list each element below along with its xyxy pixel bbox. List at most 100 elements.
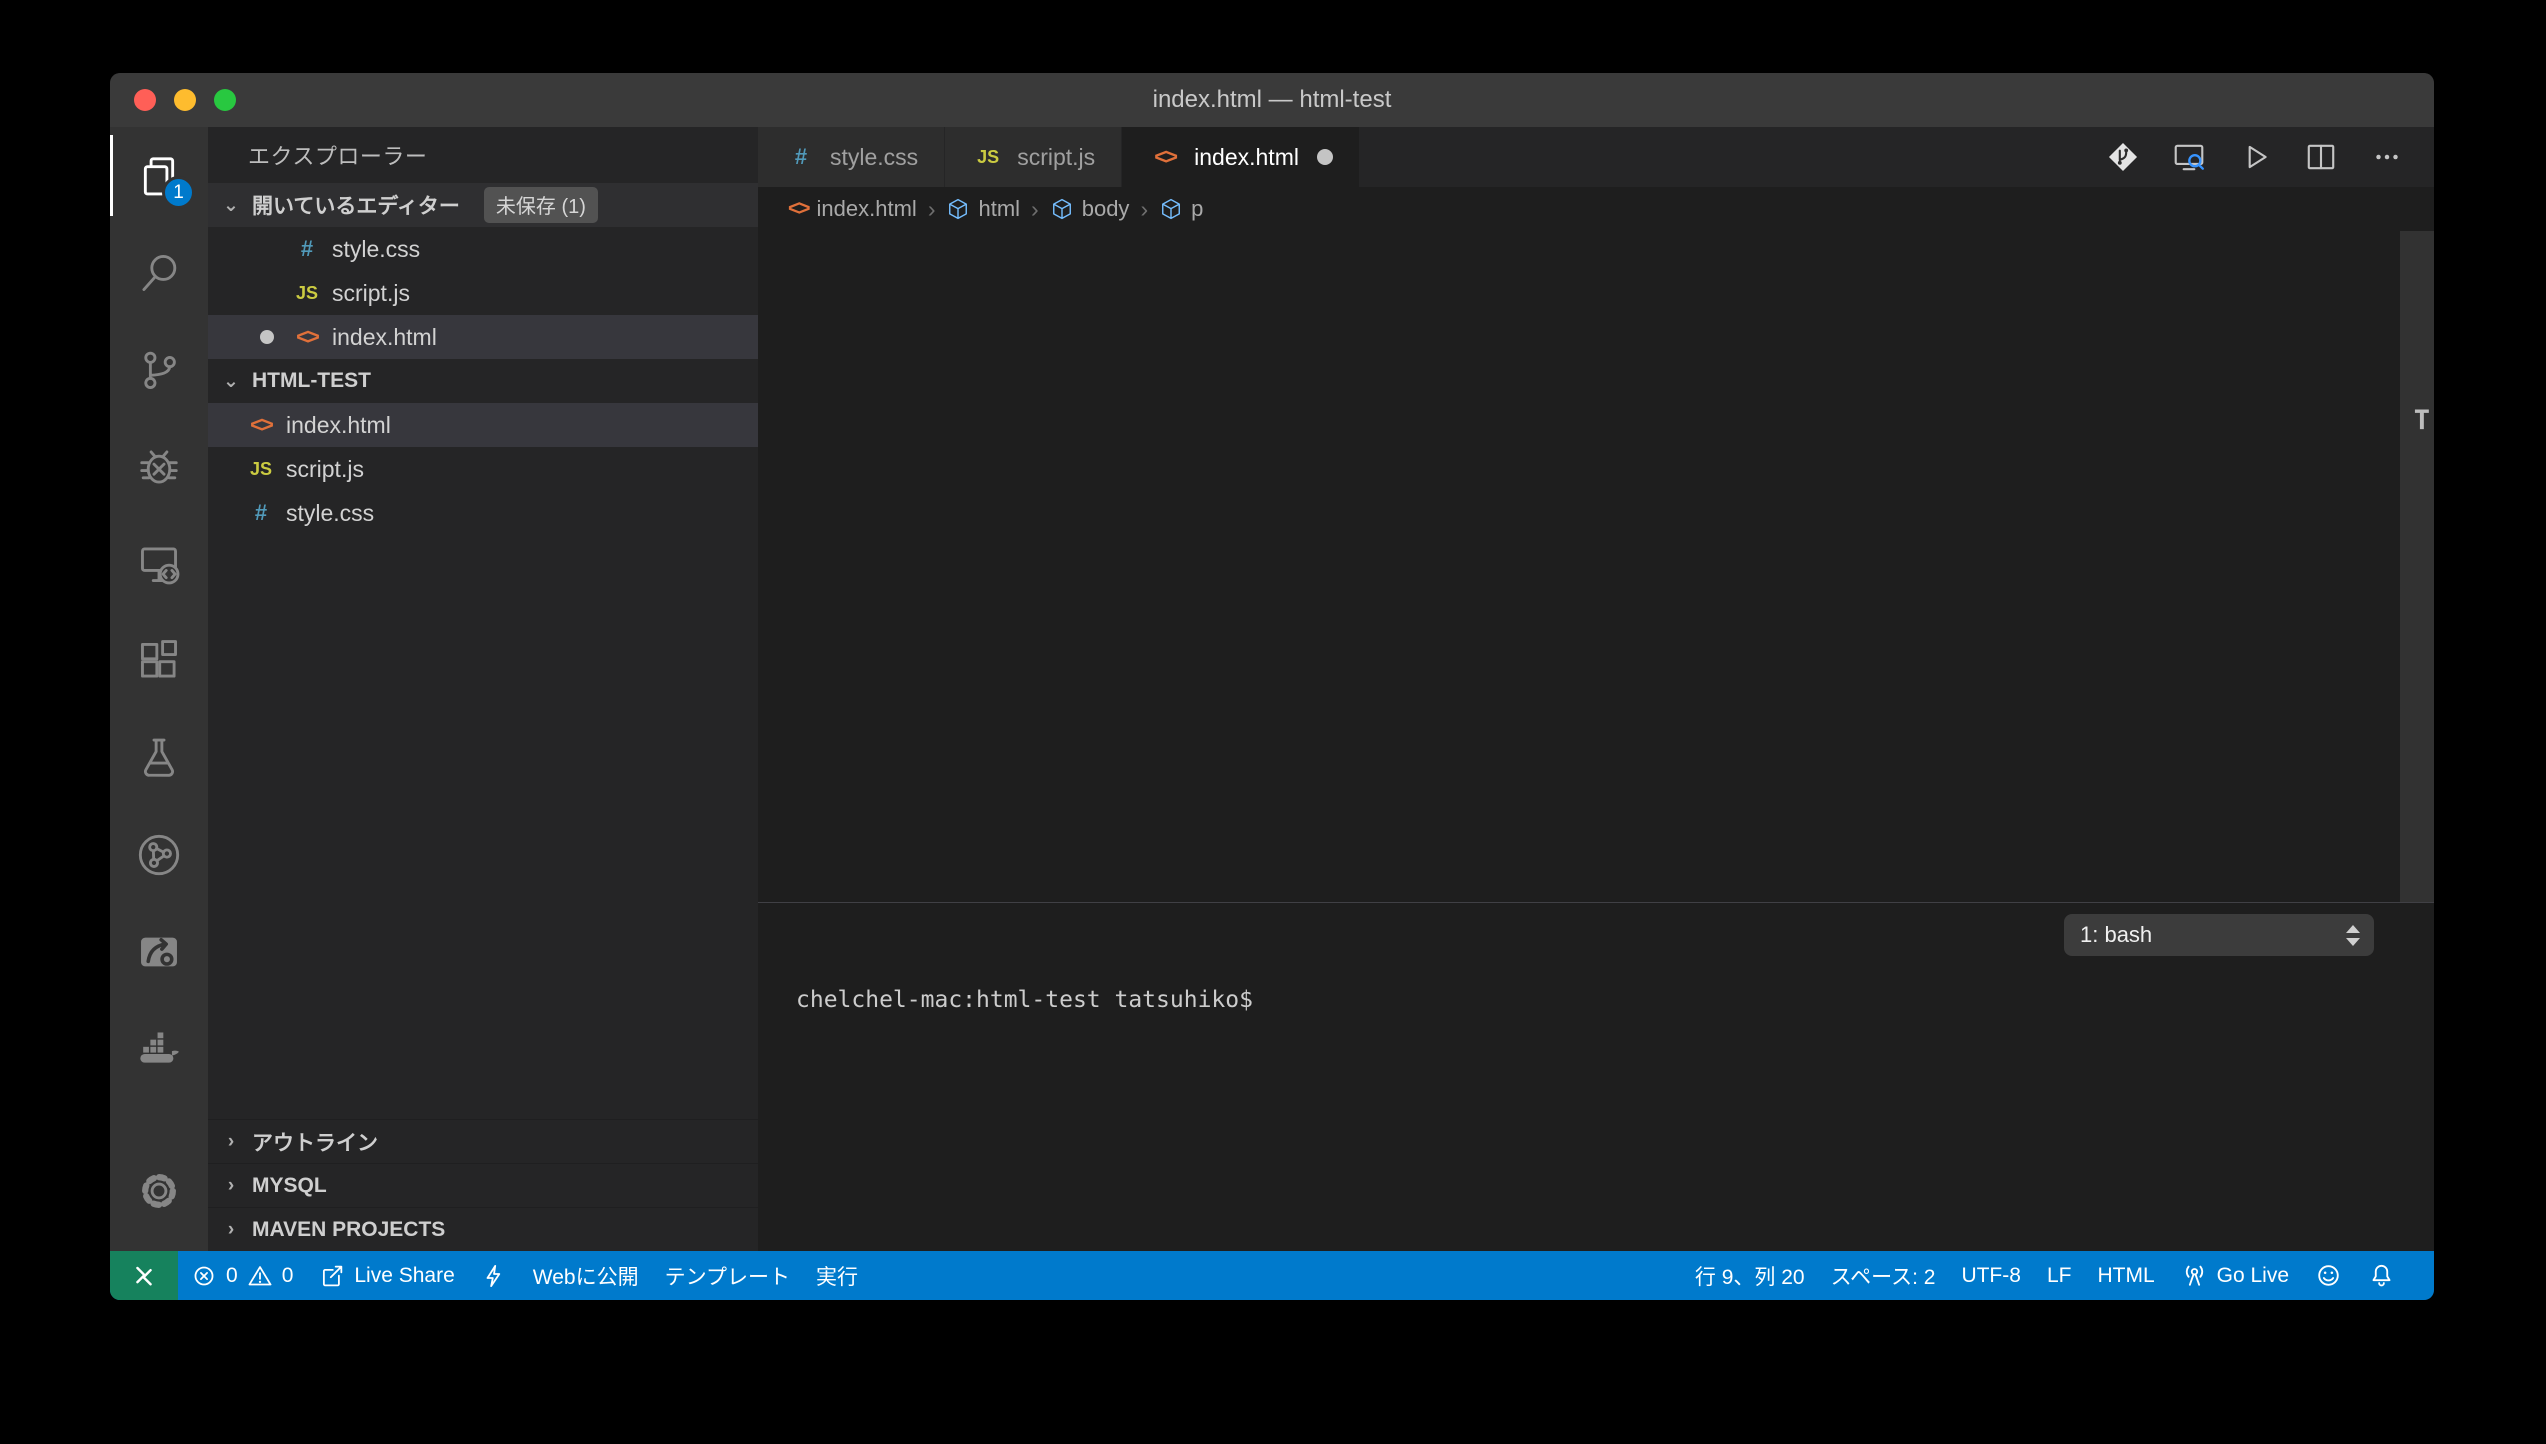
activity-publish-button[interactable] [110,903,208,1000]
activity-source-control-button[interactable] [110,321,208,418]
symbol-cube-icon [1159,197,1183,221]
status-bar: 0 0 Live Share Webに公開 テンプレート 実行 行 9、列 20… [110,1251,2434,1300]
editor-scrollbar[interactable] [2400,231,2434,902]
terminal-output[interactable]: chelchel-mac:html-test tatsuhiko$ [758,967,2434,1013]
breadcrumb-separator: › [1138,196,1150,223]
breadcrumb: <>index.html › html › body › p [758,187,2434,231]
sidebar-section-アウトライン[interactable]: ›アウトライン [208,1119,758,1163]
publish-icon [136,929,182,975]
breadcrumb-item-index.html[interactable]: <>index.html [788,196,917,222]
notifications-bell-button[interactable] [2355,1251,2408,1300]
more-actions-button[interactable] [2370,140,2404,174]
html-file-icon: <> [788,197,809,221]
run-button[interactable] [2238,140,2272,174]
explorer-sidebar: エクスプローラー ⌄ 開いているエディター 未保存 (1) #style.css… [208,127,758,1251]
split-editor-icon [2304,140,2338,174]
docker-icon [136,1026,182,1072]
settings-gear-icon [136,1168,182,1214]
cursor-position-status[interactable]: 行 9、列 20 [1682,1251,1818,1300]
live-share-status[interactable]: Live Share [306,1251,467,1300]
chevron-down-icon: ⌄ [220,194,242,217]
activity-extensions-button[interactable] [110,612,208,709]
folder-header[interactable]: ⌄ HTML-TEST [208,359,758,403]
tab-style.css[interactable]: #style.css [758,127,945,187]
shell-selector[interactable]: 1: bash [2064,914,2374,956]
activity-debug-button[interactable] [110,418,208,515]
chevron-right-icon: › [220,1219,242,1241]
more-actions-icon [2370,140,2404,174]
extensions-icon [136,638,182,684]
js-file-icon: JS [244,459,278,480]
indentation-status[interactable]: スペース: 2 [1818,1251,1949,1300]
publish-status[interactable]: Webに公開 [520,1251,652,1300]
sidebar-title: エクスプローラー [208,127,758,183]
window-title: index.html — html-test [110,73,2434,127]
remote-indicator-icon [129,1261,159,1291]
bottom-panel: 1: bash chelchel-mac:html-test tatsuhiko… [758,902,2434,1251]
language-mode-status[interactable]: HTML [2084,1251,2167,1300]
open-preview-button[interactable] [2172,140,2206,174]
search-icon [136,250,182,296]
activity-test-flask-button[interactable] [110,709,208,806]
remote-explorer-icon [136,541,182,587]
open-editor-item-script.js[interactable]: JSscript.js [208,271,758,315]
live-share-icon [136,832,182,878]
lightning-bolt-icon [481,1263,507,1289]
problems-status[interactable]: 0 0 [178,1251,306,1300]
go-live-status[interactable]: Go Live [2168,1251,2302,1300]
sidebar-section-MYSQL[interactable]: ›MYSQL [208,1163,758,1207]
chevron-right-icon: › [220,1175,242,1197]
debug-icon [136,444,182,490]
test-flask-icon [136,735,182,781]
remote-indicator[interactable] [110,1251,178,1300]
tab-bar: #style.cssJSscript.js<>index.html [758,127,2434,187]
code-editor[interactable]: T [758,231,2434,902]
activity-explorer-button[interactable]: 1 [110,127,208,224]
file-tree-item-index.html[interactable]: <>index.html [208,403,758,447]
css-file-icon: # [290,236,324,262]
open-changes-button[interactable] [2106,140,2140,174]
editor-area: #style.cssJSscript.js<>index.html <>inde… [758,127,2434,1251]
breadcrumb-item-body[interactable]: body [1050,196,1130,222]
breadcrumb-separator: › [926,196,938,223]
run-icon [2238,140,2272,174]
panel-header: 1: bash [758,903,2434,967]
open-preview-icon [2172,140,2206,174]
open-editors-header[interactable]: ⌄ 開いているエディター 未保存 (1) [208,183,758,227]
tab-index.html[interactable]: <>index.html [1122,127,1360,187]
open-editors-count-badge: 1 [162,176,195,209]
activity-remote-explorer-button[interactable] [110,515,208,612]
template-status[interactable]: テンプレート [652,1251,803,1300]
open-editor-item-style.css[interactable]: #style.css [208,227,758,271]
breadcrumb-item-html[interactable]: html [946,196,1020,222]
js-file-icon: JS [971,147,1005,168]
terminal-prompt: chelchel-mac:html-test tatsuhiko$ [796,987,1253,1013]
feedback-smiley-button[interactable] [2302,1251,2355,1300]
activity-docker-button[interactable] [110,1000,208,1097]
symbol-cube-icon [1050,197,1074,221]
split-editor-button[interactable] [2304,140,2338,174]
sidebar-section-MAVEN PROJECTS[interactable]: ›MAVEN PROJECTS [208,1207,758,1251]
file-tree-item-style.css[interactable]: #style.css [208,491,758,535]
activity-search-button[interactable] [110,224,208,321]
warning-triangle-icon [247,1263,273,1289]
title-bar: index.html — html-test [110,73,2434,127]
open-changes-icon [2106,140,2140,174]
tab-script.js[interactable]: JSscript.js [945,127,1122,187]
activity-live-share-button[interactable] [110,806,208,903]
error-circle-icon [191,1263,217,1289]
go-live-icon [2181,1262,2208,1289]
run-status[interactable]: 実行 [803,1251,871,1300]
file-tree-item-script.js[interactable]: JSscript.js [208,447,758,491]
bell-icon [2368,1262,2395,1289]
activity-bar: 1 [110,127,208,1251]
open-editor-item-index.html[interactable]: <>index.html [208,315,758,359]
eol-status[interactable]: LF [2034,1251,2085,1300]
settings-gear-button[interactable] [110,1142,208,1239]
breadcrumb-separator: › [1029,196,1041,223]
overview-ruler-marker: T [2414,403,2430,439]
breadcrumb-item-p[interactable]: p [1159,196,1203,222]
encoding-status[interactable]: UTF-8 [1948,1251,2034,1300]
live-share-status-icon [319,1263,345,1289]
bolt-status[interactable] [468,1251,520,1300]
